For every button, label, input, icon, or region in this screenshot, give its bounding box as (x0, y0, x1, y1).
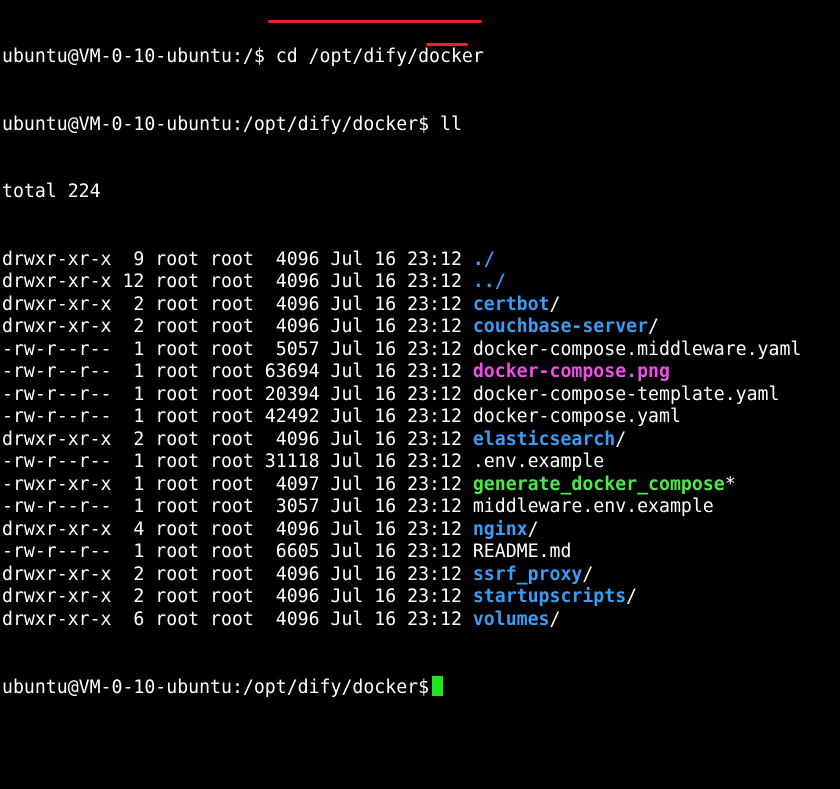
directory-listing: drwxr-xr-x 9 root root 4096 Jul 16 23:12… (2, 249, 840, 632)
command-line-ll: ubuntu@VM-0-10-ubuntu:/opt/dify/docker$ … (2, 114, 840, 137)
file-type-suffix: / (527, 518, 539, 540)
file-name: middleware.env.example (472, 496, 714, 517)
file-metadata: drwxr-xr-x 12 root root 4096 Jul 16 23:1… (2, 271, 473, 292)
file-metadata: -rw-r--r-- 1 root root 3057 Jul 16 23:12 (2, 496, 473, 517)
file-name: README.md (472, 541, 572, 562)
terminal-window[interactable]: ubuntu@VM-0-10-ubuntu:/$ cd /opt/dify/do… (0, 0, 840, 698)
file-name: docker-compose.png (472, 361, 670, 382)
list-item: drwxr-xr-x 2 root root 4096 Jul 16 23:12… (2, 564, 840, 587)
list-item: -rw-r--r-- 1 root root 3057 Jul 16 23:12… (2, 496, 840, 519)
list-item: -rw-r--r-- 1 root root 63694 Jul 16 23:1… (2, 361, 840, 384)
directory-name: elasticsearch (472, 428, 616, 450)
file-name: .env.example (472, 451, 605, 472)
file-type-suffix: / (615, 428, 627, 450)
file-type-suffix: / (549, 293, 561, 315)
list-item: drwxr-xr-x 12 root root 4096 Jul 16 23:1… (2, 271, 840, 294)
command-line-cd: ubuntu@VM-0-10-ubuntu:/$ cd /opt/dify/do… (2, 46, 840, 69)
file-type-suffix: / (626, 586, 638, 607)
list-item: drwxr-xr-x 2 root root 4096 Jul 16 23:12… (2, 294, 840, 317)
list-item: -rwxr-xr-x 1 root root 4097 Jul 16 23:12… (2, 474, 840, 497)
file-type-suffix: / (549, 608, 561, 630)
file-metadata: drwxr-xr-x 6 root root 4096 Jul 16 23:12 (2, 608, 473, 630)
file-type-suffix: / (582, 563, 594, 585)
file-metadata: -rw-r--r-- 1 root root 63694 Jul 16 23:1… (2, 361, 473, 382)
annotation-underline-cd (268, 20, 482, 23)
list-item: -rw-r--r-- 1 root root 5057 Jul 16 23:12… (2, 339, 840, 362)
list-item: drwxr-xr-x 2 root root 4096 Jul 16 23:12… (2, 429, 840, 452)
file-metadata: -rw-r--r-- 1 root root 31118 Jul 16 23:1… (2, 451, 473, 472)
annotation-underline-ll (426, 43, 468, 46)
directory-name: couchbase-server (472, 316, 649, 337)
directory-name: volumes (472, 608, 550, 630)
command-text: ll (440, 113, 462, 135)
file-metadata: -rw-r--r-- 1 root root 20394 Jul 16 23:1… (2, 383, 473, 405)
file-metadata: -rwxr-xr-x 1 root root 4097 Jul 16 23:12 (2, 473, 473, 495)
file-metadata: -rw-r--r-- 1 root root 42492 Jul 16 23:1… (2, 406, 473, 427)
file-metadata: drwxr-xr-x 9 root root 4096 Jul 16 23:12 (2, 248, 473, 270)
list-item: drwxr-xr-x 4 root root 4096 Jul 16 23:12… (2, 519, 840, 542)
list-item: drwxr-xr-x 6 root root 4096 Jul 16 23:12… (2, 609, 840, 632)
list-item: -rw-r--r-- 1 root root 31118 Jul 16 23:1… (2, 451, 840, 474)
file-metadata: drwxr-xr-x 2 root root 4096 Jul 16 23:12 (2, 316, 473, 337)
file-metadata: drwxr-xr-x 4 root root 4096 Jul 16 23:12 (2, 518, 473, 540)
list-item: drwxr-xr-x 2 root root 4096 Jul 16 23:12… (2, 316, 840, 339)
file-metadata: drwxr-xr-x 2 root root 4096 Jul 16 23:12 (2, 586, 473, 607)
shell-prompt: ubuntu@VM-0-10-ubuntu:/opt/dify/docker$ (2, 113, 440, 135)
file-metadata: drwxr-xr-x 2 root root 4096 Jul 16 23:12 (2, 293, 473, 315)
list-item: -rw-r--r-- 1 root root 20394 Jul 16 23:1… (2, 384, 840, 407)
file-name: docker-compose-template.yaml (472, 383, 780, 405)
shell-prompt: ubuntu@VM-0-10-ubuntu:/$ (2, 46, 276, 67)
list-item: -rw-r--r-- 1 root root 6605 Jul 16 23:12… (2, 541, 840, 564)
directory-name: nginx (472, 518, 528, 540)
directory-name: ssrf_proxy (472, 563, 583, 585)
file-type-suffix: * (724, 473, 736, 495)
file-name: generate_docker_compose (472, 473, 725, 495)
file-name: docker-compose.yaml (472, 406, 681, 427)
command-text: cd /opt/dify/docker (275, 46, 484, 67)
directory-name: ../ (472, 271, 506, 292)
file-metadata: drwxr-xr-x 2 root root 4096 Jul 16 23:12 (2, 428, 473, 450)
file-type-suffix: / (648, 316, 659, 337)
directory-name: startupscripts (472, 586, 627, 607)
file-metadata: drwxr-xr-x 2 root root 4096 Jul 16 23:12 (2, 563, 473, 585)
directory-name: certbot (472, 293, 550, 315)
list-item: drwxr-xr-x 2 root root 4096 Jul 16 23:12… (2, 586, 840, 609)
list-item: drwxr-xr-x 9 root root 4096 Jul 16 23:12… (2, 249, 840, 272)
file-metadata: -rw-r--r-- 1 root root 5057 Jul 16 23:12 (2, 338, 473, 360)
terminal-cursor[interactable] (432, 676, 444, 696)
list-item: -rw-r--r-- 1 root root 42492 Jul 16 23:1… (2, 406, 840, 429)
final-prompt-line: ubuntu@VM-0-10-ubuntu:/opt/dify/docker$ (2, 676, 840, 699)
directory-name: ./ (472, 248, 495, 270)
file-name: docker-compose.middleware.yaml (472, 338, 802, 360)
total-line: total 224 (2, 181, 101, 202)
shell-prompt: ubuntu@VM-0-10-ubuntu:/opt/dify/docker$ (2, 677, 430, 698)
file-metadata: -rw-r--r-- 1 root root 6605 Jul 16 23:12 (2, 541, 473, 562)
